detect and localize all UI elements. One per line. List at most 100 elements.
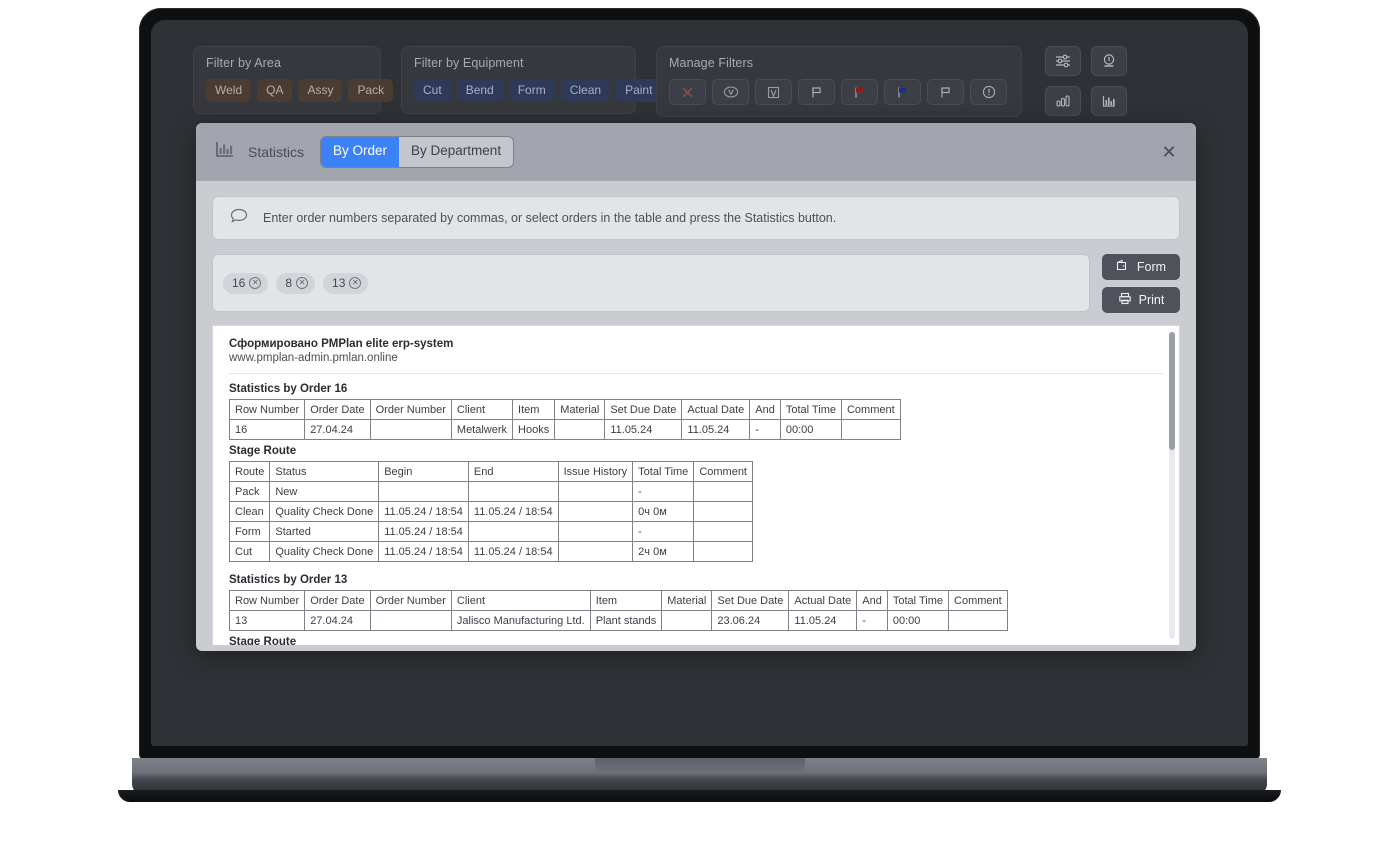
equipment-button-form[interactable]: Form [509,79,555,102]
flag-outline-icon[interactable] [798,79,835,105]
column-header: Item [590,591,662,611]
laptop-screen-bezel: Filter by Area Weld QA Assy Pack Filter … [151,20,1248,746]
column-header: Item [513,400,555,420]
area-button-pack[interactable]: Pack [348,79,393,102]
table-cell: - [633,482,694,502]
equipment-button-paint[interactable]: Paint [616,79,661,102]
flag-gray-icon[interactable] [927,79,964,105]
area-button-row: Weld QA Assy Pack [206,79,368,102]
table-cell: 27.04.24 [305,420,370,440]
column-header: Order Date [305,400,370,420]
column-header: Comment [949,591,1008,611]
flag-red-icon[interactable] [841,79,878,105]
manage-filters-title: Manage Filters [669,56,1009,70]
divider [229,373,1163,374]
table-cell: Form [230,522,270,542]
boxed-v-icon[interactable] [755,79,792,105]
order-chip-label: 8 [285,276,292,290]
order-chip[interactable]: 13 ✕ [323,273,368,294]
sliders-icon[interactable] [1045,46,1081,76]
speech-bubble-icon [229,207,249,230]
table-row[interactable]: CutQuality Check Done11.05.24 / 18:5411.… [230,542,753,562]
close-x-icon[interactable] [669,79,706,105]
laptop-base [132,758,1267,794]
selection-row: 16 ✕ 8 ✕ 13 ✕ [212,254,1180,313]
table-cell: 11.05.24 / 18:54 [379,542,469,562]
column-header: Begin [379,462,469,482]
table-cell: 11.05.24 [789,611,857,631]
chip-remove-icon[interactable]: ✕ [296,277,308,289]
table-row[interactable]: PackNew - [230,482,753,502]
column-header: Comment [694,462,753,482]
column-header: And [857,591,888,611]
table-cell [662,611,712,631]
hint-text: Enter order numbers separated by commas,… [263,211,836,225]
quick-actions-group [1045,46,1127,126]
top-toolbar: Filter by Area Weld QA Assy Pack Filter … [151,20,1248,116]
table-cell: 13 [230,611,305,631]
column-header: Client [451,400,512,420]
histogram-icon[interactable] [1091,86,1127,116]
view-mode-tabs: By Order By Department [320,136,514,168]
table-cell: Hooks [513,420,555,440]
table-cell [558,522,633,542]
column-header: Total Time [887,591,948,611]
quick-actions-row-1 [1045,46,1127,76]
table-cell: 27.04.24 [305,611,370,631]
chip-remove-icon[interactable]: ✕ [349,277,361,289]
table-cell: 0ч 0м [633,502,694,522]
form-button[interactable]: Form [1102,254,1180,280]
section-title: Statistics by Order 13 [229,574,1163,586]
table-row[interactable]: CleanQuality Check Done11.05.24 / 18:541… [230,502,753,522]
statistics-bar-icon [214,140,236,165]
laptop-base-shadow [118,790,1281,802]
column-header: Actual Date [682,400,750,420]
document-content: Сформировано PMPlan elite erp-system www… [213,326,1179,645]
filter-by-equipment-panel: Filter by Equipment Cut Bend Form Clean … [401,46,636,114]
area-button-qa[interactable]: QA [257,79,292,102]
order-chip[interactable]: 8 ✕ [276,273,315,294]
order-summary-table: Row NumberOrder DateOrder NumberClientIt… [229,399,901,440]
order-chip-label: 16 [232,276,245,290]
column-header: Actual Date [789,591,857,611]
table-cell: Clean [230,502,270,522]
column-header: Total Time [633,462,694,482]
equipment-button-clean[interactable]: Clean [561,79,610,102]
statistics-modal: Statistics By Order By Department ✕ [196,123,1196,651]
equipment-button-cut[interactable]: Cut [414,79,451,102]
table-row[interactable]: FormStarted11.05.24 / 18:54 - [230,522,753,542]
column-header: Set Due Date [605,400,682,420]
filter-by-area-title: Filter by Area [206,56,368,70]
order-chip[interactable]: 16 ✕ [223,273,268,294]
flag-blue-icon[interactable] [884,79,921,105]
table-cell [694,542,753,562]
table-cell: - [633,522,694,542]
column-header: Row Number [230,591,305,611]
order-chips-container[interactable]: 16 ✕ 8 ✕ 13 ✕ [212,254,1090,312]
column-header: Order Date [305,591,370,611]
document-scrollbar-thumb[interactable] [1169,332,1175,450]
area-button-assy[interactable]: Assy [298,79,342,102]
circled-v-icon[interactable] [712,79,749,105]
table-cell: 11.05.24 / 18:54 [379,502,469,522]
equipment-button-bend[interactable]: Bend [457,79,503,102]
table-cell [841,420,900,440]
bar-chart-icon[interactable] [1045,86,1081,116]
info-circle-icon[interactable] [1091,46,1127,76]
table-cell [468,482,558,502]
close-icon[interactable]: ✕ [1158,141,1180,163]
table-header-row: Row NumberOrder DateOrder NumberClientIt… [230,591,1008,611]
area-button-weld[interactable]: Weld [206,79,251,102]
table-row[interactable]: 1627.04.24 MetalwerkHooks 11.05.2411.05.… [230,420,901,440]
print-button[interactable]: Print [1102,287,1180,313]
tab-by-department[interactable]: By Department [399,137,513,167]
table-cell: Plant stands [590,611,662,631]
table-row[interactable]: 1327.04.24 Jalisco Manufacturing Ltd.Pla… [230,611,1008,631]
chip-remove-icon[interactable]: ✕ [249,277,261,289]
column-header: Issue History [558,462,633,482]
exclamation-circle-icon[interactable] [970,79,1007,105]
table-cell [694,502,753,522]
tab-by-order[interactable]: By Order [321,137,399,167]
table-cell: 11.05.24 [605,420,682,440]
manage-filters-icon-row [669,79,1009,105]
